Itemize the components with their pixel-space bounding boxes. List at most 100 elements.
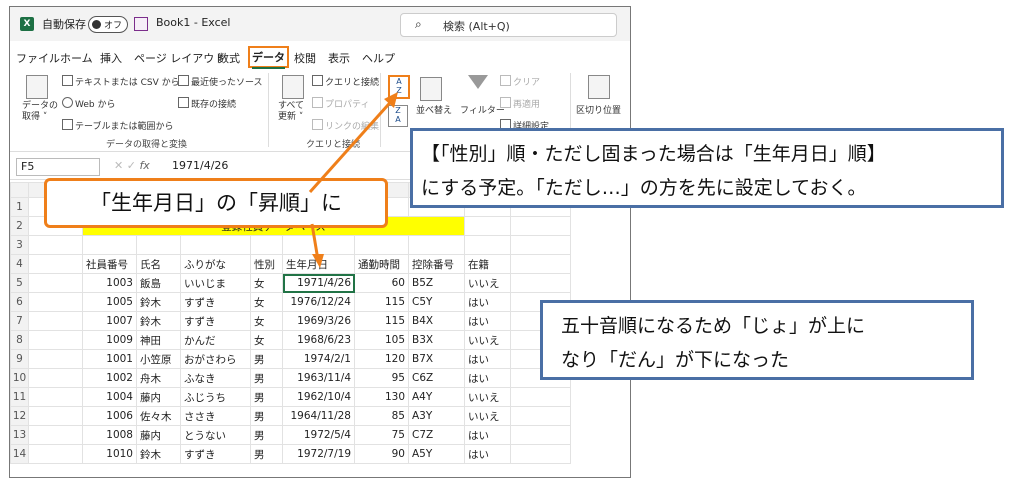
search-box[interactable]: ⌕ 検索 (Alt+Q)	[400, 13, 617, 37]
data-cell[interactable]: A5Y	[408, 444, 465, 464]
data-cell[interactable]: ささき	[180, 406, 251, 426]
edit-links-button[interactable]: リンクの編集	[312, 119, 379, 132]
cell[interactable]	[136, 235, 181, 255]
recent-sources-button[interactable]: 最近使ったソース	[178, 75, 263, 88]
cell[interactable]	[28, 387, 83, 407]
row-header[interactable]: 9	[10, 349, 29, 369]
cell[interactable]	[510, 273, 571, 293]
data-cell[interactable]: 鈴木	[136, 444, 181, 464]
column-label[interactable]: 控除番号	[408, 254, 465, 274]
data-cell[interactable]: 鈴木	[136, 311, 181, 331]
sort-button[interactable]: 並べ替え	[416, 103, 452, 116]
column-label[interactable]: 通勤時間	[354, 254, 409, 274]
data-cell[interactable]: 1962/10/4	[282, 387, 355, 407]
data-cell[interactable]: はい	[464, 425, 511, 445]
data-cell[interactable]: すずき	[180, 292, 251, 312]
cell[interactable]	[510, 216, 571, 236]
data-cell[interactable]: 女	[250, 311, 283, 331]
data-cell[interactable]: C6Z	[408, 368, 465, 388]
data-cell[interactable]: 1009	[82, 330, 137, 350]
existing-connections-button[interactable]: 既存の接続	[178, 97, 236, 110]
row-header[interactable]: 7	[10, 311, 29, 331]
data-cell[interactable]: 女	[250, 273, 283, 293]
data-cell[interactable]: 神田	[136, 330, 181, 350]
data-cell[interactable]: 1969/3/26	[282, 311, 355, 331]
data-cell[interactable]: ふなき	[180, 368, 251, 388]
data-cell[interactable]: すずき	[180, 444, 251, 464]
reapply-button[interactable]: 再適用	[500, 97, 540, 110]
data-cell[interactable]: 95	[354, 368, 409, 388]
autosave-toggle[interactable]: オフ	[88, 16, 128, 33]
data-cell[interactable]: B5Z	[408, 273, 465, 293]
row-header[interactable]: 8	[10, 330, 29, 350]
data-cell[interactable]: はい	[464, 368, 511, 388]
data-cell[interactable]: いいじま	[180, 273, 251, 293]
data-cell[interactable]: A4Y	[408, 387, 465, 407]
data-cell[interactable]: かんだ	[180, 330, 251, 350]
tab-help[interactable]: ヘルプ	[362, 50, 395, 66]
data-cell[interactable]: C5Y	[408, 292, 465, 312]
data-cell[interactable]: 1968/6/23	[282, 330, 355, 350]
data-cell[interactable]: 藤内	[136, 425, 181, 445]
cell[interactable]	[510, 406, 571, 426]
cell[interactable]	[28, 444, 83, 464]
column-label[interactable]: 在籍	[464, 254, 511, 274]
data-cell[interactable]: 130	[354, 387, 409, 407]
data-cell[interactable]: 1002	[82, 368, 137, 388]
data-cell[interactable]: 男	[250, 425, 283, 445]
data-cell[interactable]: 105	[354, 330, 409, 350]
cell[interactable]	[28, 330, 83, 350]
data-cell[interactable]: 60	[354, 273, 409, 293]
cell[interactable]	[408, 235, 465, 255]
data-cell[interactable]: おがさわら	[180, 349, 251, 369]
row-header[interactable]: 2	[10, 216, 29, 236]
clear-button[interactable]: クリア	[500, 75, 540, 88]
data-cell[interactable]: いいえ	[464, 406, 511, 426]
from-text-csv-button[interactable]: テキストまたは CSV から	[62, 75, 180, 88]
data-cell[interactable]: B4X	[408, 311, 465, 331]
column-header[interactable]	[10, 182, 29, 198]
column-label[interactable]: 社員番号	[82, 254, 137, 274]
data-cell[interactable]: 舟木	[136, 368, 181, 388]
data-cell[interactable]: 男	[250, 406, 283, 426]
data-cell[interactable]: 90	[354, 444, 409, 464]
data-cell[interactable]: はい	[464, 292, 511, 312]
data-cell[interactable]: 女	[250, 330, 283, 350]
data-cell[interactable]: 1006	[82, 406, 137, 426]
cell[interactable]	[28, 254, 83, 274]
cell[interactable]	[510, 254, 571, 274]
data-cell[interactable]: いいえ	[464, 330, 511, 350]
tab-review[interactable]: 校閲	[294, 50, 316, 66]
tab-data[interactable]: データ	[248, 46, 289, 69]
data-cell[interactable]: 115	[354, 292, 409, 312]
get-data-button[interactable]: データの 取得 ˅	[22, 101, 58, 123]
data-cell[interactable]: 1976/12/24	[282, 292, 355, 312]
tab-formulas[interactable]: 数式	[218, 50, 240, 66]
data-cell[interactable]: 藤内	[136, 387, 181, 407]
data-cell[interactable]: 1971/4/26	[282, 273, 355, 293]
data-cell[interactable]: 75	[354, 425, 409, 445]
data-cell[interactable]: 女	[250, 292, 283, 312]
row-header[interactable]: 11	[10, 387, 29, 407]
data-cell[interactable]: はい	[464, 349, 511, 369]
data-cell[interactable]: 佐々木	[136, 406, 181, 426]
cell[interactable]	[28, 368, 83, 388]
cell[interactable]	[354, 235, 409, 255]
data-cell[interactable]: 男	[250, 349, 283, 369]
cell[interactable]	[28, 311, 83, 331]
data-cell[interactable]: 1964/11/28	[282, 406, 355, 426]
from-web-button[interactable]: Web から	[62, 97, 115, 110]
cell[interactable]	[28, 235, 83, 255]
cell[interactable]	[180, 235, 251, 255]
data-cell[interactable]: 小笠原	[136, 349, 181, 369]
data-cell[interactable]: 1972/7/19	[282, 444, 355, 464]
row-header[interactable]: 1	[10, 197, 29, 217]
tab-file[interactable]: ファイル	[16, 50, 60, 66]
row-header[interactable]: 3	[10, 235, 29, 255]
cell[interactable]	[28, 273, 83, 293]
cell[interactable]	[28, 406, 83, 426]
data-cell[interactable]: 1008	[82, 425, 137, 445]
refresh-all-button[interactable]: すべて 更新 ˅	[278, 101, 304, 123]
formula-input[interactable]: 1971/4/26	[172, 159, 228, 172]
data-cell[interactable]: 115	[354, 311, 409, 331]
